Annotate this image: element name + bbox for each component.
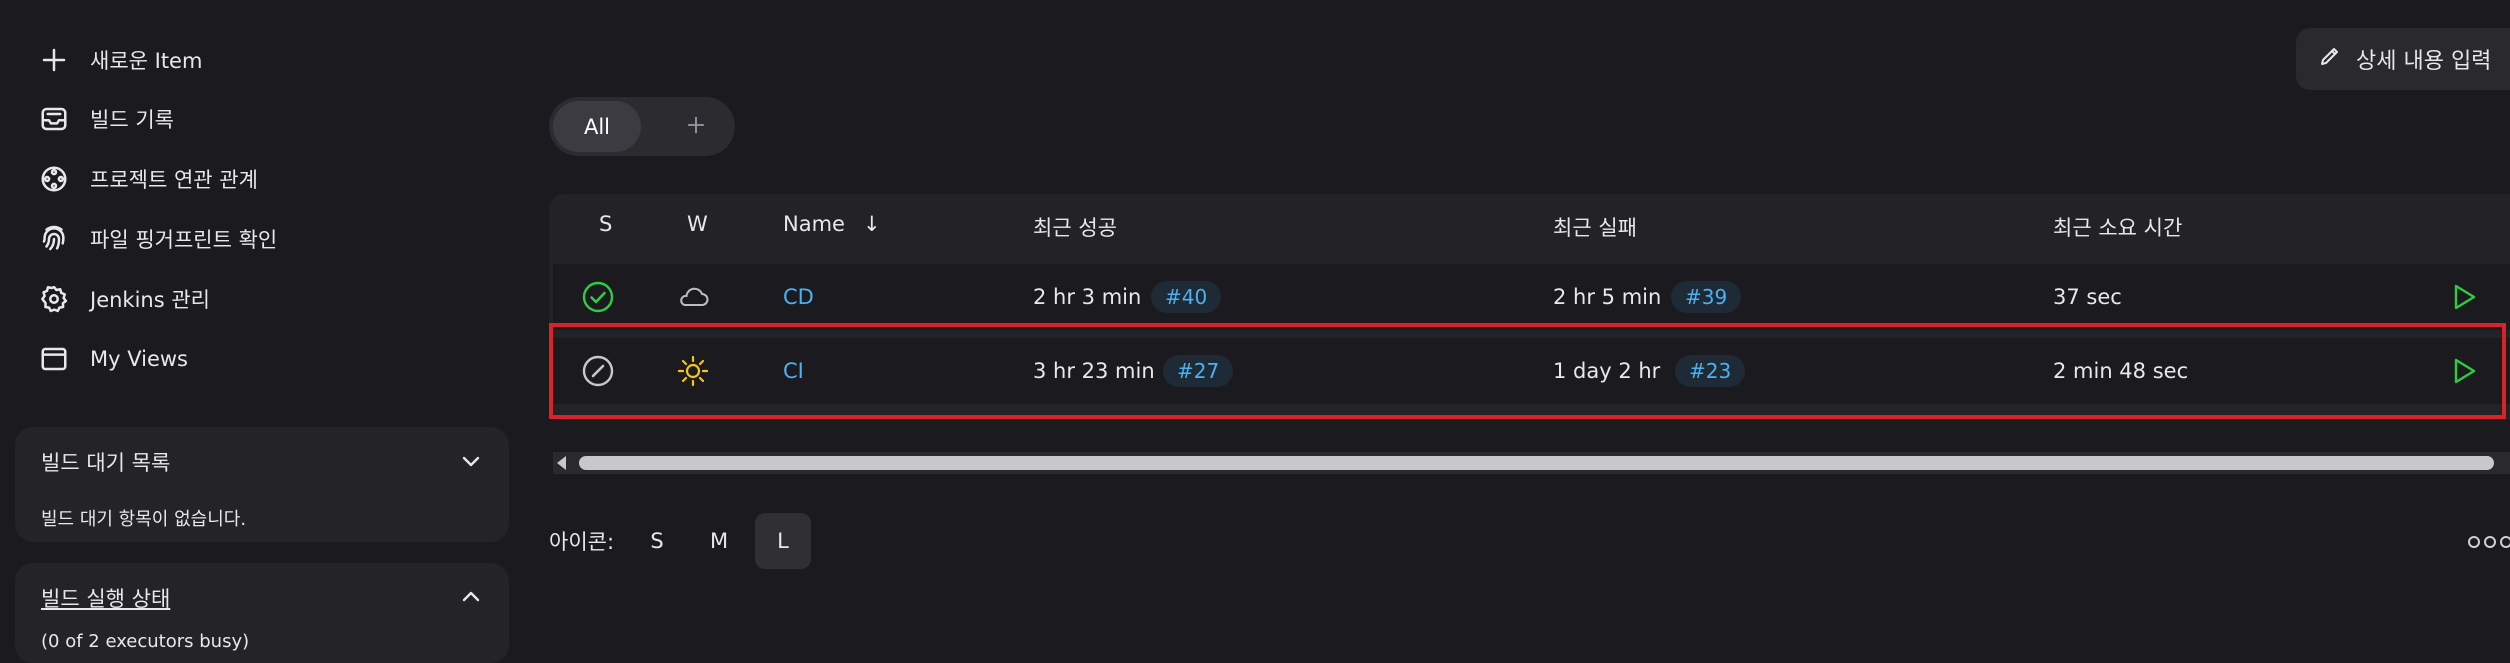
column-header-last-duration[interactable]: 최근 소요 시간 — [2053, 212, 2182, 242]
table-row: CD 2 hr 3 min #40 2 hr 5 min #39 37 sec — [553, 264, 2510, 330]
icon-size-label: 아이콘: — [549, 530, 615, 554]
column-header-weather[interactable]: W — [687, 212, 708, 236]
inbox-icon — [38, 103, 70, 135]
window-icon — [38, 343, 70, 375]
build-queue-empty-text: 빌드 대기 항목이 없습니다. — [41, 509, 247, 530]
plus-icon — [685, 114, 707, 140]
build-queue-card: 빌드 대기 목록 빌드 대기 항목이 없습니다. — [15, 427, 509, 542]
sidebar-item-label: Jenkins 관리 — [90, 288, 210, 312]
column-header-name[interactable]: Name ↓ — [783, 212, 881, 236]
pencil-icon — [2318, 44, 2342, 74]
success-status-icon — [580, 279, 616, 315]
last-duration: 37 sec — [2053, 285, 2122, 309]
add-view-button[interactable] — [671, 101, 721, 152]
column-header-last-failure[interactable]: 최근 실패 — [1553, 212, 1637, 242]
highlighted-row-outline — [549, 323, 2506, 419]
last-failure-build-link[interactable]: #39 — [1671, 281, 1742, 313]
sidebar-item-build-history[interactable]: 빌드 기록 — [38, 97, 174, 141]
play-build-icon[interactable] — [2445, 279, 2481, 315]
edit-description-label: 상세 내용 입력 — [2356, 49, 2492, 74]
scrollbar-thumb[interactable] — [579, 456, 2494, 470]
sidebar-item-project-relationship[interactable]: 프로젝트 연관 관계 — [38, 157, 258, 201]
column-header-status[interactable]: S — [599, 212, 612, 236]
more-options-icon[interactable] — [2468, 536, 2510, 548]
column-header-last-success[interactable]: 최근 성공 — [1033, 212, 1117, 242]
scroll-left-arrow-icon[interactable] — [557, 456, 566, 470]
icon-size-l[interactable]: L — [755, 513, 811, 569]
sidebar-item-label: 파일 핑거프린트 확인 — [90, 228, 278, 252]
last-failure-time: 2 hr 5 min — [1553, 285, 1662, 309]
chevron-down-icon[interactable] — [459, 449, 483, 473]
executor-status-title[interactable]: 빌드 실행 상태 — [41, 583, 170, 613]
last-success-build-link[interactable]: #40 — [1151, 281, 1222, 313]
column-header-name-label: Name — [783, 212, 845, 236]
executor-status-text: (0 of 2 executors busy) — [41, 631, 250, 652]
sidebar-item-label: 빌드 기록 — [90, 108, 174, 132]
sidebar-item-my-views[interactable]: My Views — [38, 337, 188, 381]
sidebar-item-label: 새로운 Item — [90, 49, 203, 73]
fingerprint-icon — [38, 223, 70, 255]
job-link-cd[interactable]: CD — [783, 285, 814, 309]
sidebar-item-fingerprint[interactable]: 파일 핑거프린트 확인 — [38, 217, 277, 261]
last-success-time: 2 hr 3 min — [1033, 285, 1142, 309]
plus-icon — [38, 44, 70, 76]
edit-description-button[interactable]: 상세 내용 입력 — [2296, 28, 2510, 90]
build-queue-title: 빌드 대기 목록 — [41, 451, 171, 475]
icon-size-m[interactable]: M — [691, 513, 747, 569]
sidebar-item-label: My Views — [90, 347, 188, 371]
view-tabs: All — [549, 97, 735, 156]
cloudy-weather-icon — [675, 279, 711, 315]
executor-status-card: 빌드 실행 상태 (0 of 2 executors busy) — [15, 563, 509, 663]
tab-all[interactable]: All — [553, 101, 641, 152]
chevron-up-icon[interactable] — [459, 585, 483, 609]
horizontal-scrollbar[interactable] — [553, 452, 2510, 474]
sort-down-arrow-icon: ↓ — [862, 212, 881, 236]
sidebar-item-label: 프로젝트 연관 관계 — [90, 168, 258, 192]
icon-size-s[interactable]: S — [629, 513, 685, 569]
relationship-icon — [38, 163, 70, 195]
sidebar-item-manage-jenkins[interactable]: Jenkins 관리 — [38, 277, 210, 321]
sidebar-item-new-item[interactable]: 새로운 Item — [38, 38, 202, 82]
gear-icon — [38, 283, 70, 315]
